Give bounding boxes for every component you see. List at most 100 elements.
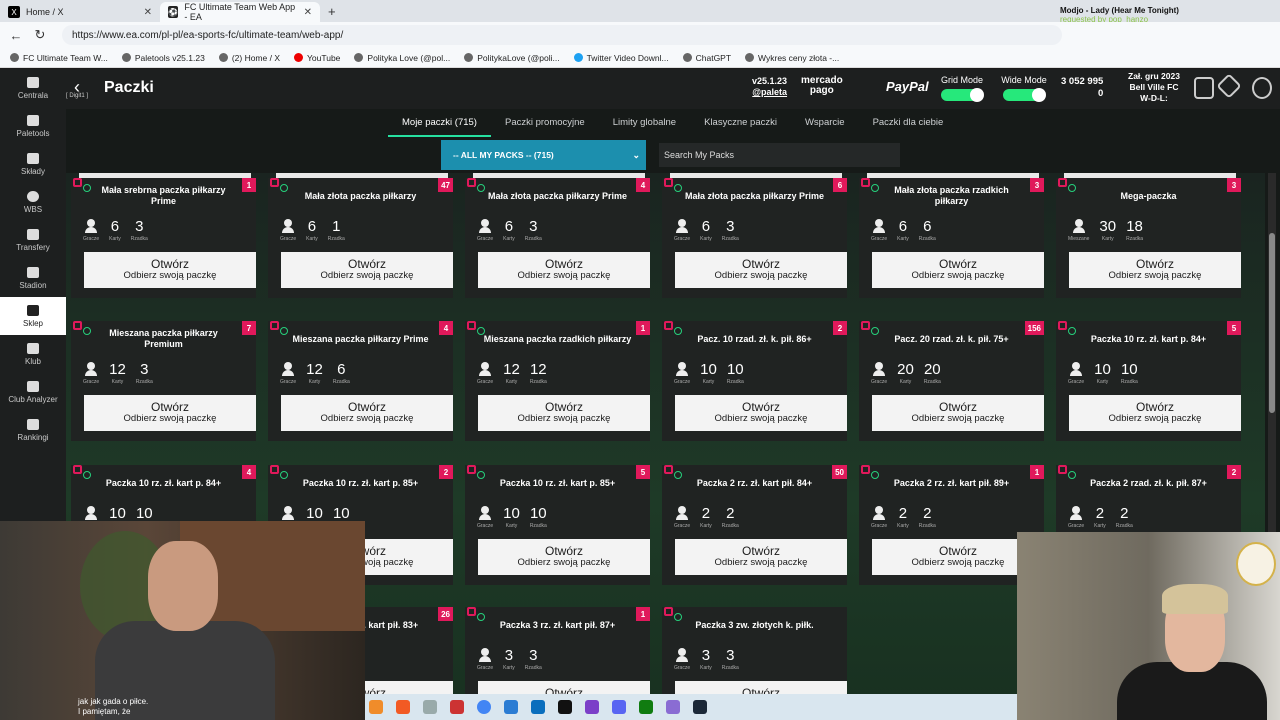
sidebar-item-sklep[interactable]: Sklep (0, 297, 66, 335)
toggle-switch[interactable] (1003, 88, 1046, 102)
webcam-overlay-left: jak jak gada o piłce. I pamiętam, że (0, 521, 365, 720)
search-packs-input[interactable]: Search My Packs (659, 143, 900, 167)
vscode-icon[interactable] (531, 700, 545, 714)
open-pack-button[interactable]: OtwórzOdbierz swoją paczkę (281, 252, 453, 288)
toggle-switch[interactable] (941, 88, 984, 102)
chatgpt-icon (682, 53, 692, 62)
tab-klasyczne-paczki[interactable]: Klasyczne paczki (690, 109, 791, 137)
cards-count: 12 (306, 361, 323, 378)
open-pack-button[interactable]: OtwórzOdbierz swoją paczkę (872, 395, 1044, 431)
bookmark[interactable]: FC Ultimate Team W... (10, 53, 108, 63)
sidebar-item-rankingi[interactable]: Rankingi (0, 411, 66, 449)
tab-paczki-dla-ciebie[interactable]: Paczki dla ciebie (859, 109, 958, 137)
pack-name: Mała złota paczka piłkarzy Prime (684, 190, 825, 201)
pack-name: Pacz. 10 rzad. zł. k. pił. 86+ (697, 333, 812, 344)
pack-name: Mała srebrna paczka piłkarzy Prime (101, 185, 226, 206)
bookmark[interactable]: ChatGPT (682, 53, 731, 63)
close-tab-icon[interactable]: ✕ (304, 7, 312, 18)
open-pack-button[interactable]: OtwórzOdbierz swoją paczkę (478, 395, 650, 431)
wide-mode-toggle[interactable]: Wide Mode (994, 75, 1054, 102)
sidebar-item-sklady[interactable]: Składy (0, 145, 66, 183)
browser-tab[interactable]: X Home / X ✕ (0, 2, 160, 22)
pack-stats: Gracze 12 Karty 3 Rzadka (83, 361, 153, 385)
lock-icon (270, 178, 279, 187)
sidebar-item-club-analyzer[interactable]: Club Analyzer (0, 373, 66, 411)
pack-count-badge: 156 (1024, 321, 1044, 335)
bookmark[interactable]: Paletools v25.1.23 (121, 53, 205, 63)
webcam-overlay-right (1017, 532, 1280, 720)
open-pack-button[interactable]: OtwórzOdbierz swoją paczkę (84, 395, 256, 431)
open-pack-button[interactable]: OtwórzOdbierz swoją paczkę (84, 252, 256, 288)
sidebar-item-paletools[interactable]: Paletools (0, 107, 66, 145)
sidebar-item-klub[interactable]: Klub (0, 335, 66, 373)
pack-filter-select[interactable]: -- ALL MY PACKS -- (715) ⌄ (441, 140, 646, 170)
steam-icon[interactable] (693, 700, 707, 714)
lock-icon (1058, 321, 1067, 330)
back-icon[interactable]: ← (8, 28, 24, 43)
app-icon[interactable] (666, 700, 680, 714)
firefox-icon[interactable] (369, 700, 383, 714)
open-pack-button[interactable]: OtwórzOdbierz swoją paczkę (478, 252, 650, 288)
discord-icon[interactable] (612, 700, 626, 714)
close-tab-icon[interactable]: ✕ (144, 7, 152, 18)
brave-icon[interactable] (396, 700, 410, 714)
pack-card: Paczka 2 rz. zł. kart pił. 84+ 50 Gracze 2 K… (662, 465, 847, 585)
pack-stats: Gracze10Karty10Rzadka (1068, 361, 1138, 385)
sidebar-item-transfery[interactable]: Transfery (0, 221, 66, 259)
club-icon (27, 342, 39, 354)
app-icon[interactable] (450, 700, 464, 714)
open-pack-button[interactable]: OtwórzOdbierz swoją paczkę (675, 252, 847, 288)
bookmark-icon (745, 53, 755, 62)
bookmark[interactable]: (2) Home / X (218, 53, 280, 63)
tiktok-icon[interactable] (558, 700, 572, 714)
tab-paczki-promocyjne[interactable]: Paczki promocyjne (491, 109, 599, 137)
url-input[interactable]: https://www.ea.com/pl-pl/ea-sports-fc/ul… (62, 25, 1062, 45)
ranking-icon (27, 418, 39, 430)
player-icon (281, 219, 295, 233)
paletools-icon (27, 114, 39, 126)
bookmark[interactable]: Twitter Video Downl... (573, 53, 669, 63)
pack-name: Paczka 2 rz. zł. kart pił. 84+ (696, 477, 813, 488)
bookmark[interactable]: PolitykaLove (@poli... (464, 53, 560, 63)
pack-card: Pacz. 10 rzad. zł. k. pił. 86+ 2 Gracze 10 K… (662, 321, 847, 441)
lock-icon (1058, 178, 1067, 187)
bookmark[interactable]: Wykres ceny złota -... (745, 53, 839, 63)
sidebar-item-wbs[interactable]: WBS (0, 183, 66, 221)
sidebar-item-stadion[interactable]: Stadion (0, 259, 66, 297)
open-pack-button[interactable]: OtwórzOdbierz swoją paczkę (675, 539, 847, 575)
bookmark[interactable]: Polityka Love (@pol... (354, 53, 450, 63)
open-pack-button[interactable]: OtwórzOdbierz swoją paczkę (872, 252, 1044, 288)
pack-count-badge: 47 (438, 178, 453, 192)
pack-name: Paczka 10 rz. zł. kart p. 84+ (1090, 333, 1207, 344)
pack-count-badge: 7 (242, 321, 256, 335)
new-tab-button[interactable]: + (320, 4, 344, 22)
tab-limity-globalne[interactable]: Limity globalne (599, 109, 690, 137)
browser-tab-active[interactable]: ⚽ FC Ultimate Team Web App - EA ✕ (160, 2, 320, 22)
rare-count: 10 (529, 505, 547, 522)
rare-count: 3 (726, 218, 735, 235)
open-pack-button[interactable]: OtwórzOdbierz swoją paczkę (1069, 395, 1241, 431)
reload-icon[interactable]: ↻ (32, 27, 48, 43)
lock-icon (73, 465, 82, 474)
app-icon[interactable] (585, 700, 599, 714)
open-pack-button[interactable]: OtwórzOdbierz swoją paczkę (281, 395, 453, 431)
open-pack-button[interactable]: OtwórzOdbierz swoją paczkę (675, 395, 847, 431)
tab-wsparcie[interactable]: Wsparcie (791, 109, 859, 137)
app-icon[interactable] (423, 700, 437, 714)
app-icon[interactable] (504, 700, 518, 714)
open-pack-button[interactable]: OtwórzOdbierz swoją paczkę (1069, 252, 1241, 288)
settings-icon[interactable] (1252, 77, 1272, 99)
pack-name: Mieszana paczka piłkarzy Premium (109, 328, 218, 349)
tab-moje-paczki[interactable]: Moje paczki (715) (388, 109, 491, 137)
bookmark[interactable]: YouTube (294, 53, 340, 63)
pack-count-badge: 2 (439, 465, 453, 479)
grid-mode-toggle[interactable]: Grid Mode (932, 75, 992, 102)
chrome-icon[interactable] (477, 700, 491, 714)
sidebar-item-centrala[interactable]: Centrala (0, 69, 66, 107)
open-pack-button[interactable]: OtwórzOdbierz swoją paczkę (478, 539, 650, 575)
club-info: Zał. gru 2023 Bell Ville FC W-D-L: (1128, 71, 1180, 103)
rare-count: 3 (529, 218, 538, 235)
cards-count: 12 (503, 361, 520, 378)
mixed-icon (1072, 219, 1086, 233)
xbox-icon[interactable] (639, 700, 653, 714)
